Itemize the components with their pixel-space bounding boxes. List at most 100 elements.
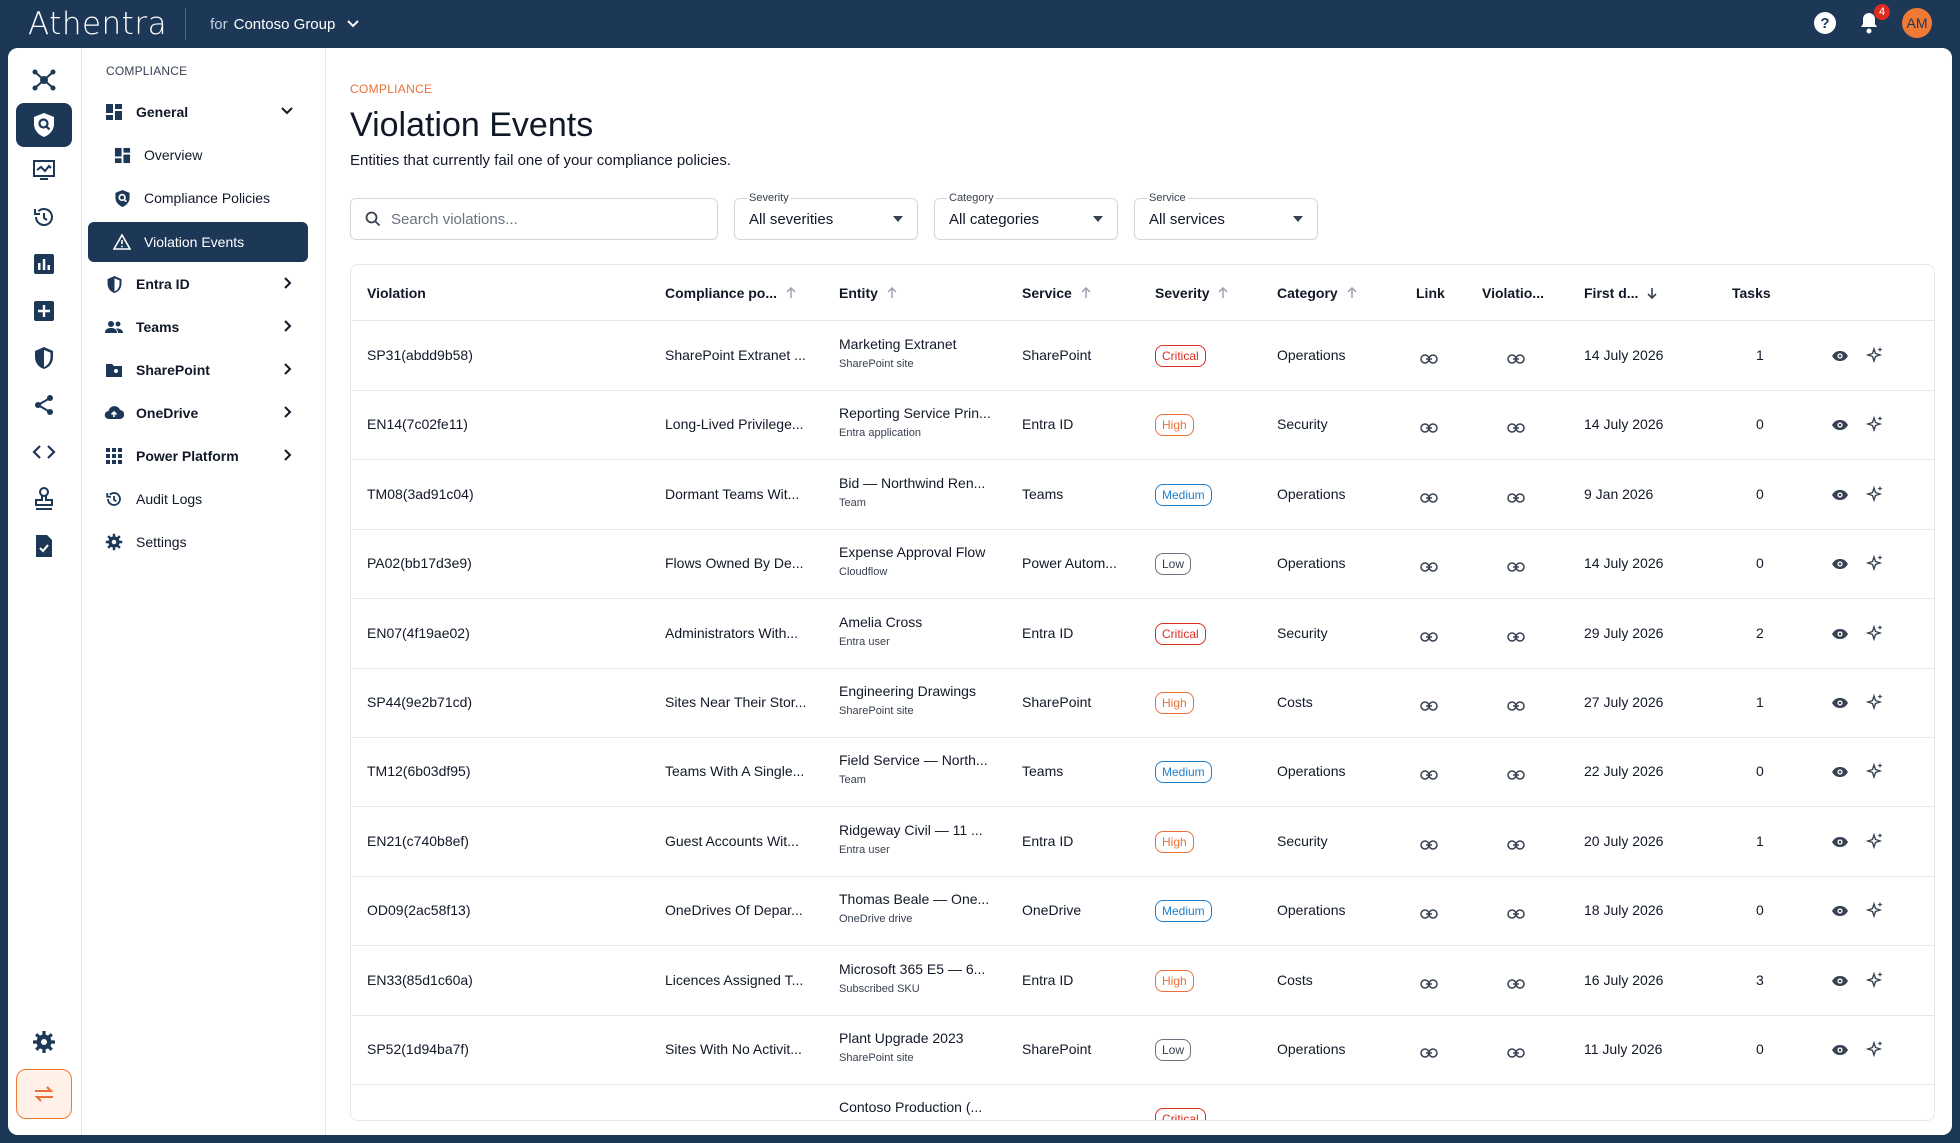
eye-icon[interactable] xyxy=(1831,488,1849,506)
sidebar-item-general[interactable]: General xyxy=(88,92,308,132)
security-shield-icon[interactable] xyxy=(16,336,72,380)
entity-name[interactable]: Bid — Northwind Ren... xyxy=(839,475,985,491)
entity-name[interactable]: Field Service — North... xyxy=(839,752,988,768)
sidebar-item-teams[interactable]: Teams xyxy=(88,307,308,347)
entity-name[interactable]: Microsoft 365 E5 — 6... xyxy=(839,961,985,977)
table-row[interactable]: EN21(c740b8ef) Guest Accounts Wit... Ridge… xyxy=(351,808,1934,877)
help-icon[interactable]: ? xyxy=(1814,12,1836,34)
violation-id[interactable]: SP44(9e2b71cd) xyxy=(367,694,472,710)
link-icon[interactable] xyxy=(1420,837,1438,855)
violation-id[interactable]: PA02(bb17d3e9) xyxy=(367,555,472,571)
sparkle-icon[interactable] xyxy=(1865,415,1884,438)
sidebar-item-audit-logs[interactable]: Audit Logs xyxy=(88,479,308,519)
link-icon[interactable] xyxy=(1420,351,1438,369)
violation-id[interactable]: OD09(2ac58f13) xyxy=(367,902,471,918)
column-header-violation[interactable]: Violation xyxy=(367,285,426,301)
sparkle-icon[interactable] xyxy=(1865,762,1884,785)
violation-id[interactable]: SP31(abdd9b58) xyxy=(367,347,473,363)
column-header-policy[interactable]: Compliance po... xyxy=(665,285,797,301)
sparkle-icon[interactable] xyxy=(1865,1040,1884,1063)
violation-link-icon[interactable] xyxy=(1507,559,1525,577)
sparkle-icon[interactable] xyxy=(1865,624,1884,647)
switch-view-button[interactable] xyxy=(16,1069,72,1119)
link-icon[interactable] xyxy=(1420,559,1438,577)
sidebar-item-entra-id[interactable]: Entra ID xyxy=(88,264,308,304)
violation-id[interactable]: TM08(3ad91c04) xyxy=(367,486,474,502)
sparkle-icon[interactable] xyxy=(1865,693,1884,716)
org-switcher[interactable]: for Contoso Group xyxy=(210,16,360,33)
column-header-severity[interactable]: Severity xyxy=(1155,285,1229,301)
link-icon[interactable] xyxy=(1420,906,1438,924)
link-icon[interactable] xyxy=(1420,698,1438,716)
sparkle-icon[interactable] xyxy=(1865,346,1884,369)
table-row[interactable]: Contoso Production (... Critical xyxy=(351,1085,1934,1120)
violation-link-icon[interactable] xyxy=(1507,629,1525,647)
breadcrumb[interactable]: COMPLIANCE xyxy=(350,82,432,96)
table-row[interactable]: SP44(9e2b71cd) Sites Near Their Stor... En… xyxy=(351,669,1934,738)
sparkle-icon[interactable] xyxy=(1865,832,1884,855)
column-header-first-detected[interactable]: First d... xyxy=(1584,285,1658,301)
table-row[interactable]: SP31(abdd9b58) SharePoint Extranet ... Mar… xyxy=(351,322,1934,391)
brand-logo[interactable]: Athentra xyxy=(28,6,167,42)
eye-icon[interactable] xyxy=(1831,1043,1849,1061)
entity-name[interactable]: Engineering Drawings xyxy=(839,683,976,699)
category-filter[interactable]: Category All categories xyxy=(934,192,1118,240)
violation-id[interactable]: TM12(6b03df95) xyxy=(367,763,471,779)
column-header-link[interactable]: Link xyxy=(1416,285,1445,301)
share-icon[interactable] xyxy=(16,383,72,427)
violation-link-icon[interactable] xyxy=(1507,420,1525,438)
entity-name[interactable]: Contoso Production (... xyxy=(839,1099,982,1115)
stamp-icon[interactable] xyxy=(16,477,72,521)
column-header-category[interactable]: Category xyxy=(1277,285,1358,301)
violation-id[interactable]: EN33(85d1c60a) xyxy=(367,972,473,988)
violation-link-icon[interactable] xyxy=(1507,767,1525,785)
entity-name[interactable]: Expense Approval Flow xyxy=(839,544,985,560)
table-row[interactable]: EN33(85d1c60a) Licences Assigned T... Micr… xyxy=(351,947,1934,1016)
eye-icon[interactable] xyxy=(1831,835,1849,853)
link-icon[interactable] xyxy=(1420,767,1438,785)
shield-search-icon[interactable] xyxy=(16,103,72,147)
violation-link-icon[interactable] xyxy=(1507,351,1525,369)
table-row[interactable]: SP52(1d94ba7f) Sites With No Activit... Pl… xyxy=(351,1016,1934,1085)
sidebar-item-settings[interactable]: Settings xyxy=(88,522,308,562)
sidebar-item-sharepoint[interactable]: SharePoint xyxy=(88,350,308,390)
link-icon[interactable] xyxy=(1420,976,1438,994)
service-filter[interactable]: Service All services xyxy=(1134,192,1318,240)
violation-link-icon[interactable] xyxy=(1507,837,1525,855)
notifications-button[interactable]: 4 xyxy=(1856,4,1890,36)
eye-icon[interactable] xyxy=(1831,974,1849,992)
violation-id[interactable]: SP52(1d94ba7f) xyxy=(367,1041,469,1057)
sidebar-item-violation-events[interactable]: Violation Events xyxy=(88,222,308,262)
sidebar-item-compliance-policies[interactable]: Compliance Policies xyxy=(88,178,308,218)
monitor-icon[interactable] xyxy=(16,148,72,192)
violation-link-icon[interactable] xyxy=(1507,698,1525,716)
link-icon[interactable] xyxy=(1420,1045,1438,1063)
sparkle-icon[interactable] xyxy=(1865,554,1884,577)
table-row[interactable]: TM08(3ad91c04) Dormant Teams Wit... Bid — … xyxy=(351,461,1934,530)
eye-icon[interactable] xyxy=(1831,696,1849,714)
hub-icon[interactable] xyxy=(16,58,72,102)
violation-id[interactable]: EN21(c740b8ef) xyxy=(367,833,469,849)
avatar[interactable]: AM xyxy=(1902,8,1932,38)
link-icon[interactable] xyxy=(1420,490,1438,508)
entity-name[interactable]: Amelia Cross xyxy=(839,614,922,630)
eye-icon[interactable] xyxy=(1831,627,1849,645)
gear-icon[interactable] xyxy=(16,1020,72,1064)
severity-filter[interactable]: Severity All severities xyxy=(734,192,918,240)
sidebar-item-power-platform[interactable]: Power Platform xyxy=(88,436,308,476)
entity-name[interactable]: Ridgeway Civil — 11 ... xyxy=(839,822,983,838)
eye-icon[interactable] xyxy=(1831,904,1849,922)
plus-box-icon[interactable] xyxy=(16,289,72,333)
code-icon[interactable] xyxy=(16,430,72,474)
eye-icon[interactable] xyxy=(1831,418,1849,436)
bar-chart-icon[interactable] xyxy=(16,242,72,286)
violation-link-icon[interactable] xyxy=(1507,1045,1525,1063)
sparkle-icon[interactable] xyxy=(1865,901,1884,924)
sparkle-icon[interactable] xyxy=(1865,485,1884,508)
link-icon[interactable] xyxy=(1420,420,1438,438)
violation-id[interactable]: EN14(7c02fe11) xyxy=(367,416,468,432)
search-box[interactable] xyxy=(350,198,718,240)
violation-link-icon[interactable] xyxy=(1507,906,1525,924)
link-icon[interactable] xyxy=(1420,629,1438,647)
eye-icon[interactable] xyxy=(1831,557,1849,575)
